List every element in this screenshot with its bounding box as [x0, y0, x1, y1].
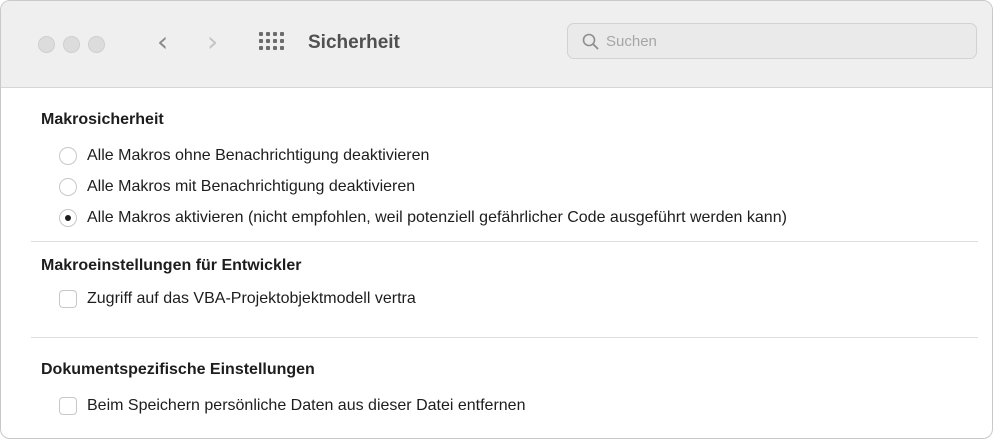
radio-label: Alle Makros ohne Benachrichtigung deakti…	[87, 147, 430, 164]
checkbox-label: Zugriff auf das VBA-Projektobjektmodell …	[87, 290, 416, 307]
search-input[interactable]	[606, 24, 966, 58]
checkbox[interactable]	[59, 290, 77, 308]
window-minimize-icon[interactable]	[63, 36, 80, 53]
chevron-left-icon[interactable]: ‹	[157, 28, 168, 56]
section-title-macro-security: Makrosicherheit	[41, 111, 164, 128]
preferences-window: ‹ › Sicherheit Makrosicherheit Alle Makr…	[0, 0, 993, 439]
divider	[31, 241, 978, 242]
checkbox[interactable]	[59, 397, 77, 415]
section-title-document: Dokumentspezifische Einstellungen	[41, 361, 315, 378]
section-title-developer: Makroeinstellungen für Entwickler	[41, 257, 302, 274]
radio-button-selected[interactable]	[59, 209, 77, 227]
page-title: Sicherheit	[308, 32, 400, 53]
checkbox-option-vba-access[interactable]: Zugriff auf das VBA-Projektobjektmodell …	[59, 288, 503, 310]
radio-button[interactable]	[59, 147, 77, 165]
toolbar: ‹ › Sicherheit	[1, 1, 992, 88]
checkbox-option-remove-personal-data[interactable]: Beim Speichern persönliche Daten aus die…	[59, 395, 525, 417]
grid-icon[interactable]	[259, 32, 285, 50]
radio-option-disable-without-notification[interactable]: Alle Makros ohne Benachrichtigung deakti…	[59, 145, 429, 167]
radio-option-disable-with-notification[interactable]: Alle Makros mit Benachrichtigung deaktiv…	[59, 176, 415, 198]
window-zoom-icon[interactable]	[88, 36, 105, 53]
search-icon	[582, 33, 599, 50]
radio-label: Alle Makros aktivieren (nicht empfohlen,…	[87, 209, 787, 226]
search-field[interactable]	[567, 23, 977, 59]
radio-label: Alle Makros mit Benachrichtigung deaktiv…	[87, 178, 416, 195]
radio-button[interactable]	[59, 178, 77, 196]
divider	[31, 337, 978, 338]
radio-option-enable-all[interactable]: Alle Makros aktivieren (nicht empfohlen,…	[59, 207, 787, 229]
checkbox-label: Beim Speichern persönliche Daten aus die…	[87, 397, 526, 414]
chevron-right-icon[interactable]: ›	[207, 28, 218, 56]
window-close-icon[interactable]	[38, 36, 55, 53]
